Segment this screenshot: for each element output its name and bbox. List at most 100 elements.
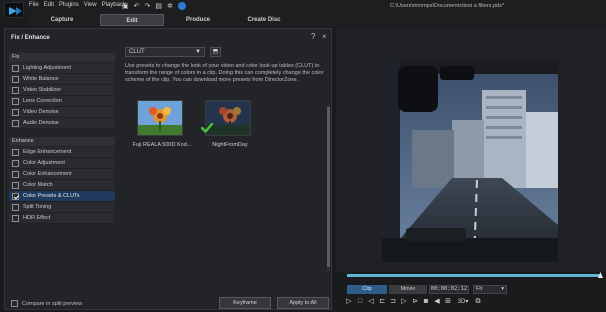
item-color-adjustment[interactable]: Color Adjustment	[9, 158, 115, 169]
checkbox[interactable]	[12, 181, 19, 189]
item-color-presets-cluts[interactable]: Color Presets & CLUTs	[9, 191, 115, 202]
item-lens-correction[interactable]: Lens Correction	[9, 96, 115, 107]
item-label: White Balance	[23, 76, 59, 82]
movie-mode-button[interactable]: Movie	[389, 285, 427, 294]
preset-content: CLUT ▼ ⬒ Use presets to change the look …	[123, 45, 327, 285]
checkbox[interactable]	[12, 148, 19, 156]
play-icon[interactable]: ▷	[345, 298, 353, 306]
tab-capture[interactable]: Capture	[30, 14, 94, 26]
checkbox-checked[interactable]	[12, 192, 19, 200]
file-path: C:\Users\mmmps\Documents\test a filters.…	[390, 3, 505, 9]
checkbox[interactable]	[12, 86, 19, 94]
scroll-thumb[interactable]	[327, 107, 330, 267]
app-logo	[4, 2, 24, 18]
tab-produce[interactable]: Produce	[166, 14, 230, 26]
checkbox[interactable]	[12, 214, 19, 222]
timecode-field[interactable]: 00;00;02;12	[429, 285, 469, 294]
preset-thumbnail	[137, 100, 183, 136]
item-edge-enhancement[interactable]: Edge Enhancement	[9, 147, 115, 158]
checkbox[interactable]	[12, 97, 19, 105]
redo-icon[interactable]: ↷	[145, 3, 151, 10]
dropdown-value: CLUT	[129, 49, 145, 55]
fast-forward-icon[interactable]: ⊳	[411, 298, 419, 306]
item-label: Color Adjustment	[23, 160, 65, 166]
timeline-slider[interactable]	[347, 274, 601, 277]
checkbox[interactable]	[12, 203, 19, 211]
tab-create-disc[interactable]: Create Disc	[232, 14, 296, 26]
menu-plugins[interactable]: Plugins	[59, 2, 79, 8]
menu-bar: File Edit Plugins View Playback	[29, 2, 126, 8]
item-video-stabilizer[interactable]: Video Stabilizer	[9, 85, 115, 96]
next-frame-icon[interactable]: ▷	[400, 298, 408, 306]
chevron-down-icon: ▼	[195, 49, 201, 55]
mode-tabs: Capture Edit Produce Create Disc	[28, 13, 606, 27]
3d-toggle[interactable]: 3D▾	[455, 298, 471, 306]
item-label: Lens Correction	[23, 98, 62, 104]
item-label: Color Presets & CLUTs	[23, 193, 80, 199]
menu-file[interactable]: File	[29, 2, 39, 8]
clip-mode-button[interactable]: Clip	[347, 285, 387, 294]
close-icon[interactable]: ×	[322, 32, 327, 41]
item-label: Lighting Adjustment	[23, 65, 72, 71]
item-hdr-effect[interactable]: HDR Effect	[9, 213, 115, 224]
preset-label: NightFromDay	[212, 142, 248, 148]
item-label: Split Toning	[23, 204, 52, 210]
item-label: Video Stabilizer	[23, 87, 62, 93]
checkbox[interactable]	[12, 119, 19, 127]
layout-icon[interactable]: ▣	[122, 3, 129, 10]
fit-label: Fit	[476, 286, 483, 292]
checkbox[interactable]	[12, 159, 19, 167]
content-scrollbar[interactable]	[327, 103, 330, 273]
fix-header: Fix	[9, 53, 115, 62]
menu-view[interactable]: View	[84, 2, 97, 8]
quick-toolbar: ▣ ↶ ↷ ▤ ✲	[122, 2, 186, 10]
snapshot-icon[interactable]: ◙	[422, 298, 430, 306]
title-bar: File Edit Plugins View Playback ▣ ↶ ↷ ▤ …	[0, 0, 606, 18]
item-label: HDR Effect	[23, 215, 51, 221]
tab-edit[interactable]: Edit	[100, 14, 164, 26]
item-label: Edge Enhancement	[23, 149, 72, 155]
keyframe-button[interactable]: Keyframe	[219, 297, 271, 309]
previous-frame-icon[interactable]: ◁	[367, 298, 375, 306]
item-color-enhancement[interactable]: Color Enhancement	[9, 169, 115, 180]
settings-icon[interactable]: ✲	[167, 3, 173, 10]
enhance-header: Enhance	[9, 137, 115, 146]
preview-window	[336, 28, 606, 272]
help-icon[interactable]: ?	[311, 32, 315, 41]
checkbox[interactable]	[12, 64, 19, 72]
item-lighting-adjustment[interactable]: Lighting Adjustment	[9, 63, 115, 74]
playback-status-row: Clip Movie 00;00;02;12 Fit ▾	[347, 285, 605, 295]
video-frame	[382, 60, 558, 262]
volume-icon[interactable]: ◀	[433, 298, 441, 306]
apply-to-all-button[interactable]: Apply to All	[277, 297, 329, 309]
item-white-balance[interactable]: White Balance	[9, 74, 115, 85]
menu-edit[interactable]: Edit	[44, 2, 54, 8]
cloud-icon[interactable]	[177, 2, 186, 10]
undock-preview-icon[interactable]: ⧉	[474, 298, 482, 306]
monitor-icon[interactable]: ▤	[155, 3, 162, 10]
preset-label: Fuji REALA 500D Kod...	[132, 142, 192, 148]
mark-out-icon[interactable]: ⊐	[389, 298, 397, 306]
stop-icon[interactable]: □	[356, 298, 364, 306]
item-label: Video Denoise	[23, 109, 59, 115]
checkbox[interactable]	[11, 300, 18, 307]
preset-description: Use presets to change the look of your v…	[125, 63, 324, 83]
item-color-match[interactable]: Color Match	[9, 180, 115, 191]
undo-icon[interactable]: ↶	[134, 3, 140, 10]
checkbox[interactable]	[12, 75, 19, 83]
zoom-fit-dropdown[interactable]: Fit ▾	[473, 285, 507, 294]
applied-check-icon	[200, 122, 214, 134]
mark-in-icon[interactable]: ⊏	[378, 298, 386, 306]
download-folder-button[interactable]: ⬒	[210, 47, 221, 57]
item-split-toning[interactable]: Split Toning	[9, 202, 115, 213]
item-video-denoise[interactable]: Video Denoise	[9, 107, 115, 118]
preset-type-dropdown[interactable]: CLUT ▼	[125, 47, 205, 57]
item-audio-denoise[interactable]: Audio Denoise	[9, 118, 115, 129]
item-label: Audio Denoise	[23, 120, 59, 126]
checkbox[interactable]	[12, 170, 19, 178]
dock-icon[interactable]: ⊞	[444, 298, 452, 306]
checkbox[interactable]	[12, 108, 19, 116]
compare-split-preview[interactable]: Compare in split preview	[11, 300, 82, 307]
chevron-down-icon: ▾	[501, 286, 504, 292]
